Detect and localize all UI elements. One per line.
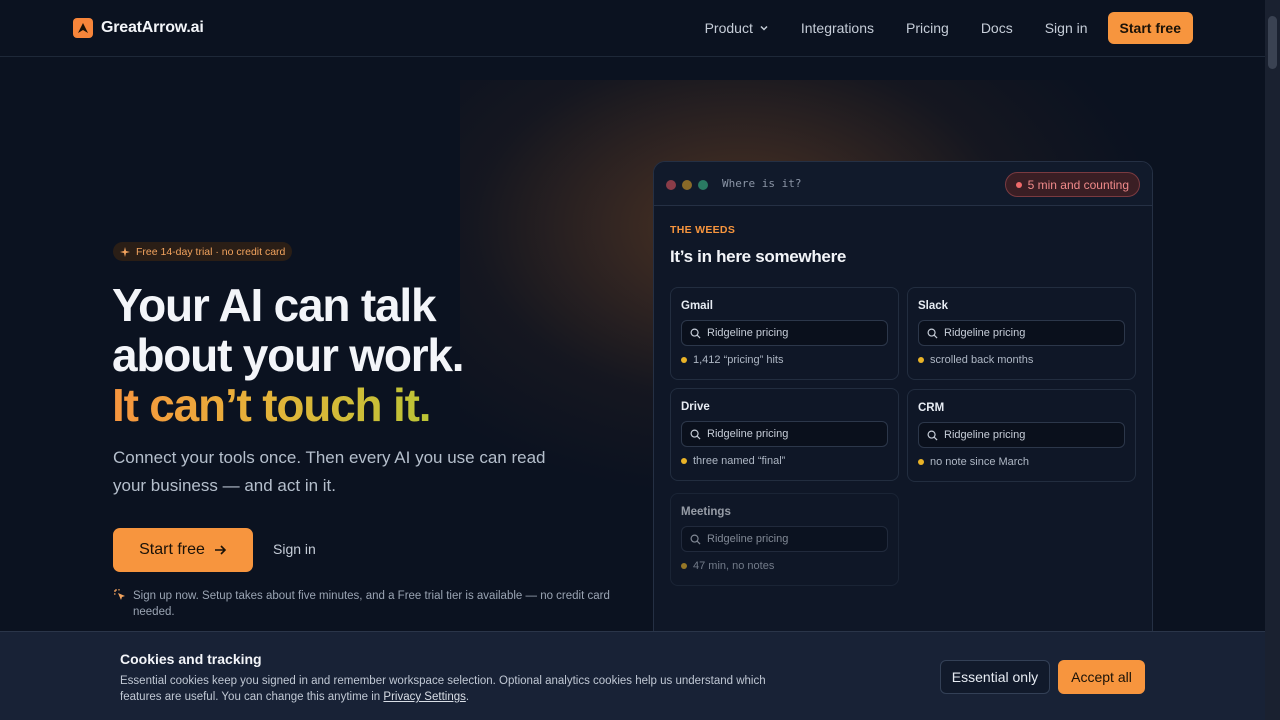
card-search-field: Ridgeline pricing bbox=[681, 421, 888, 447]
card-search-query: Ridgeline pricing bbox=[944, 327, 1026, 339]
nav-start-free-button[interactable]: Start free bbox=[1107, 12, 1193, 44]
logo[interactable]: GreatArrow.ai bbox=[73, 18, 204, 38]
click-sparkle-icon bbox=[114, 589, 125, 600]
mock-kicker: THE WEEDS bbox=[670, 224, 736, 236]
card-title: Slack bbox=[918, 300, 949, 312]
accept-all-button[interactable]: Accept all bbox=[1058, 660, 1145, 694]
window-dot-yellow bbox=[682, 180, 692, 190]
card-search-query: Ridgeline pricing bbox=[707, 533, 789, 545]
card-status-text: scrolled back months bbox=[930, 354, 1034, 366]
card-status-text: 47 min, no notes bbox=[693, 560, 775, 572]
card-search-field: Ridgeline pricing bbox=[918, 422, 1125, 448]
search-icon bbox=[690, 328, 701, 339]
status-dot-icon bbox=[918, 357, 924, 363]
logo-arrow-icon bbox=[73, 18, 93, 38]
card-drive: Drive Ridgeline pricing three named “fin… bbox=[670, 388, 899, 481]
window-dot-green bbox=[698, 180, 708, 190]
cookie-title: Cookies and tracking bbox=[120, 651, 262, 667]
search-icon bbox=[927, 328, 938, 339]
nav-links: Product Integrations Pricing Docs Sign i… bbox=[705, 12, 1193, 44]
card-status: three named “final” bbox=[681, 455, 785, 467]
card-status: 47 min, no notes bbox=[681, 560, 774, 572]
start-free-button[interactable]: Start free bbox=[113, 528, 253, 572]
nav-pricing[interactable]: Pricing bbox=[906, 20, 949, 36]
signup-note: Sign up now. Setup takes about five minu… bbox=[113, 588, 613, 620]
top-nav: GreatArrow.ai Product Integrations Prici… bbox=[0, 0, 1265, 57]
mock-heading: It’s in here somewhere bbox=[670, 247, 847, 266]
hero-sign-in-link[interactable]: Sign in bbox=[273, 541, 316, 557]
search-icon bbox=[690, 534, 701, 545]
headline-line-2: about your work. bbox=[112, 329, 465, 381]
trial-badge-label: Free 14-day trial · no credit card bbox=[136, 245, 286, 258]
sparkle-icon bbox=[120, 246, 130, 257]
scrollbar-thumb[interactable] bbox=[1268, 16, 1277, 69]
start-free-label: Start free bbox=[139, 541, 205, 558]
mock-window-titlebar: Where is it? 5 min and counting bbox=[654, 162, 1152, 206]
card-title: CRM bbox=[918, 402, 945, 414]
card-title: Drive bbox=[681, 401, 710, 413]
card-search-query: Ridgeline pricing bbox=[707, 327, 789, 339]
card-status-text: no note since March bbox=[930, 456, 1030, 468]
timer-dot-icon bbox=[1015, 181, 1022, 188]
trial-badge: Free 14-day trial · no credit card bbox=[113, 242, 293, 261]
card-search-field: Ridgeline pricing bbox=[681, 320, 888, 346]
card-status: scrolled back months bbox=[918, 354, 1033, 366]
card-gmail: Gmail Ridgeline pricing 1,412 “pricing” … bbox=[670, 287, 899, 380]
card-slack: Slack Ridgeline pricing scrolled back mo… bbox=[907, 287, 1136, 380]
headline-accent: It can’t touch it. bbox=[112, 380, 463, 430]
status-dot-icon bbox=[681, 563, 687, 569]
status-dot-icon bbox=[681, 357, 687, 363]
card-search-field: Ridgeline pricing bbox=[681, 526, 888, 552]
hero-subtitle: Connect your tools once. Then every AI y… bbox=[113, 448, 546, 495]
card-search-query: Ridgeline pricing bbox=[944, 429, 1026, 441]
headline-line-1: Your AI can talk bbox=[112, 279, 437, 331]
search-icon bbox=[690, 429, 701, 440]
nav-integrations[interactable]: Integrations bbox=[801, 20, 874, 36]
status-dot-icon bbox=[918, 459, 924, 465]
mock-window: Where is it? 5 min and counting THE WEED… bbox=[653, 161, 1153, 641]
essential-only-button[interactable]: Essential only bbox=[940, 660, 1050, 694]
nav-sign-in[interactable]: Sign in bbox=[1045, 20, 1088, 36]
card-search-query: Ridgeline pricing bbox=[707, 428, 789, 440]
hero-headline: Your AI can talk about your work. It can… bbox=[112, 279, 465, 430]
mock-window-title: Where is it? bbox=[722, 177, 802, 190]
card-search-field: Ridgeline pricing bbox=[918, 320, 1125, 346]
card-status-text: three named “final” bbox=[693, 455, 786, 467]
nav-product-label: Product bbox=[704, 20, 753, 36]
arrow-right-icon bbox=[214, 545, 227, 555]
card-meetings: Meetings Ridgeline pricing 47 min, no no… bbox=[670, 493, 899, 586]
status-dot-icon bbox=[681, 458, 687, 464]
card-status: no note since March bbox=[918, 456, 1029, 468]
page-scrollbar[interactable] bbox=[1265, 0, 1280, 720]
card-status-text: 1,412 “pricing” hits bbox=[693, 354, 784, 366]
nav-product[interactable]: Product bbox=[705, 20, 769, 36]
card-status: 1,412 “pricing” hits bbox=[681, 354, 784, 366]
timer-label: 5 min and counting bbox=[1027, 177, 1129, 192]
card-title: Meetings bbox=[681, 506, 731, 518]
window-dot-red bbox=[666, 180, 676, 190]
cookie-text: Essential cookies keep you signed in and… bbox=[120, 675, 766, 703]
chevron-down-icon bbox=[760, 25, 768, 31]
card-title: Gmail bbox=[681, 300, 713, 312]
brand-name: GreatArrow.ai bbox=[101, 19, 204, 36]
search-icon bbox=[927, 430, 938, 441]
card-crm: CRM Ridgeline pricing no note since Marc… bbox=[907, 389, 1136, 482]
nav-docs[interactable]: Docs bbox=[981, 20, 1013, 36]
privacy-settings-link[interactable]: Privacy Settings bbox=[383, 691, 465, 703]
signup-note-text: Sign up now. Setup takes about five minu… bbox=[133, 590, 610, 618]
timer-badge: 5 min and counting bbox=[1004, 172, 1140, 197]
cookie-banner: Cookies and tracking Essential cookies k… bbox=[0, 631, 1265, 720]
